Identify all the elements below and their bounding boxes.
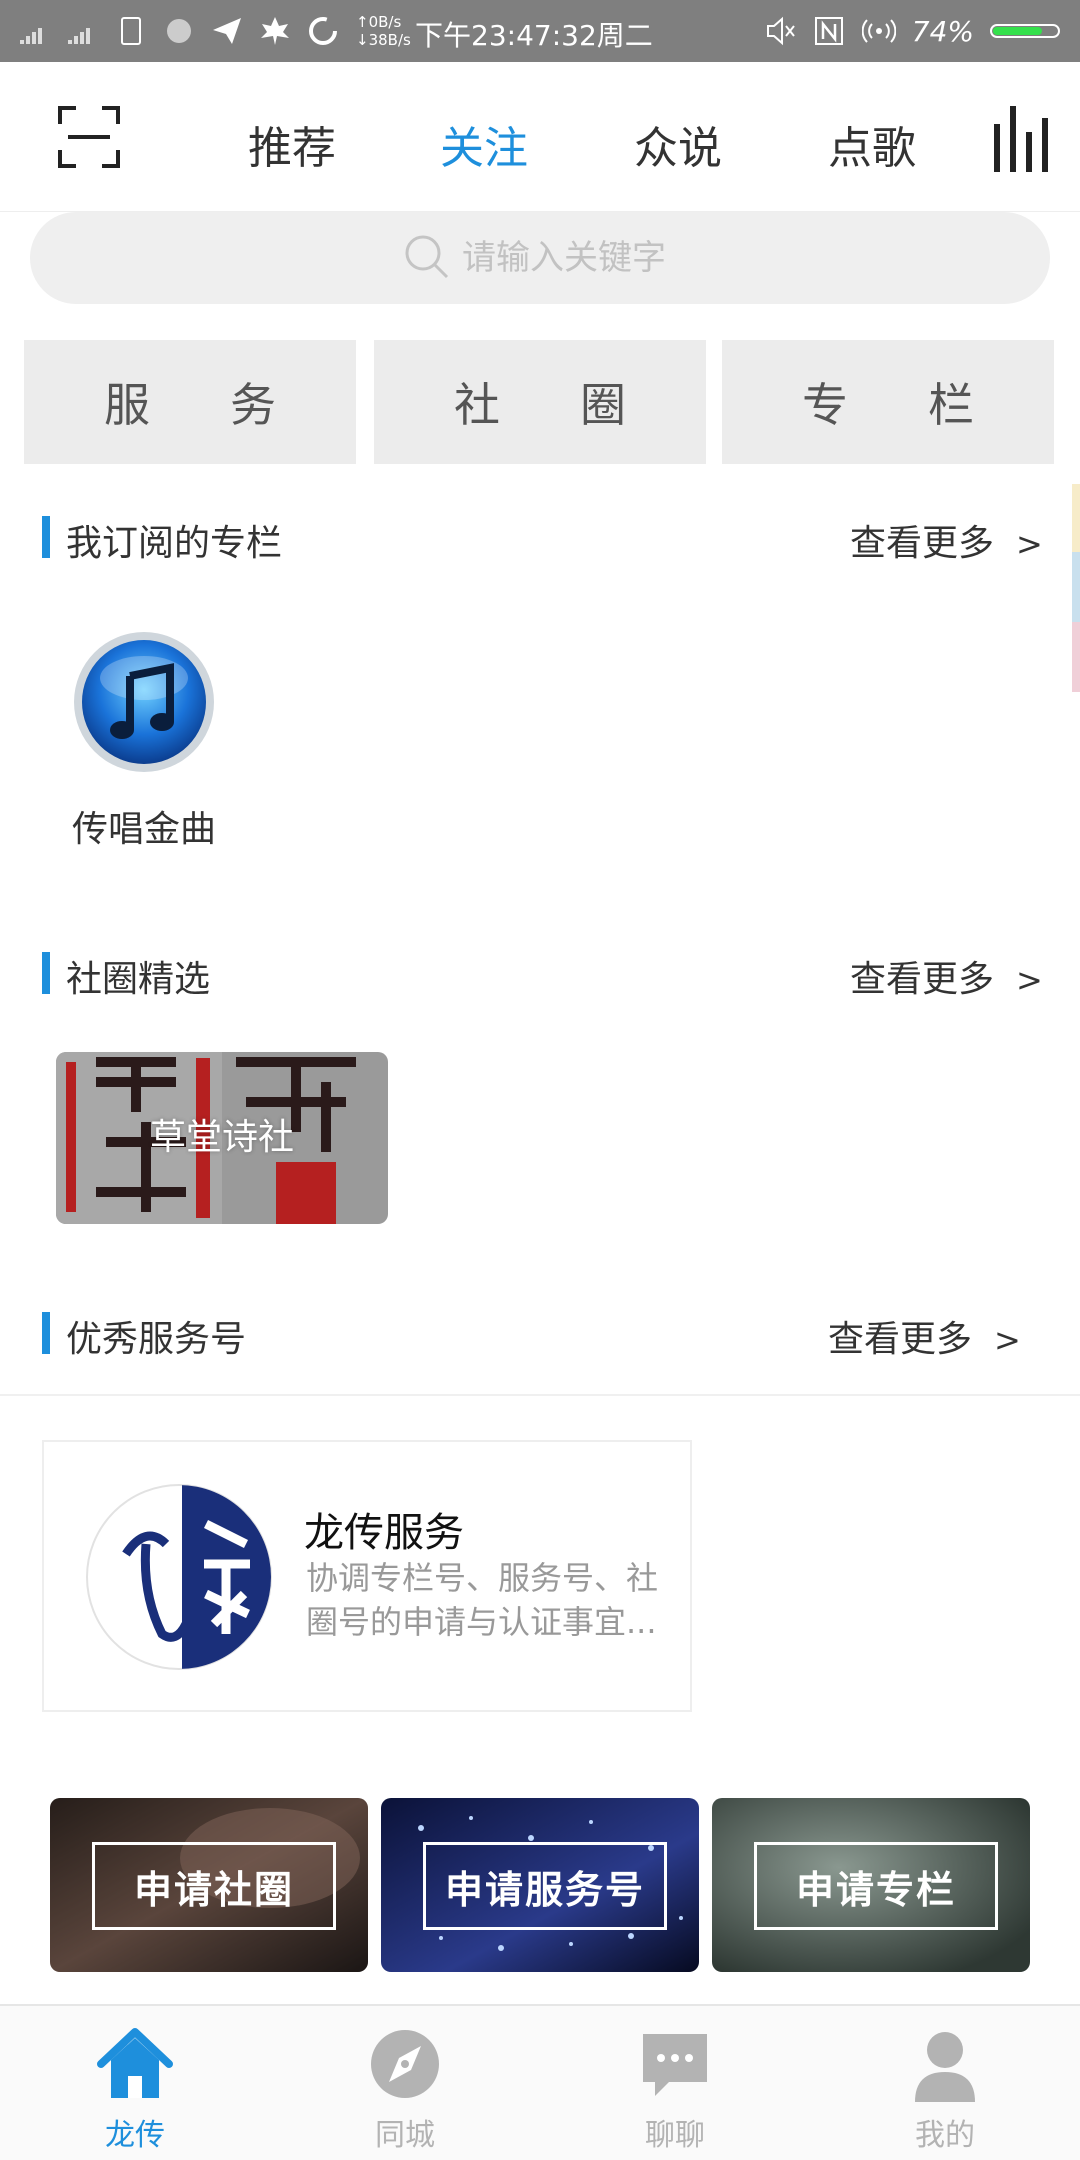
tab-follow[interactable]: 关注 (440, 112, 528, 176)
status-icons-left: ↑0B/s ↓38B/s (18, 8, 411, 54)
circle-label: 草堂诗社 (149, 1117, 294, 1158)
bottom-nav-chat[interactable]: 聊聊 (595, 2024, 755, 2154)
category-service-button[interactable]: 服务 (24, 340, 356, 464)
apply-circle-label: 申请社圈 (92, 1842, 336, 1930)
status-icons-right: 74% (762, 10, 1060, 52)
divider (0, 1394, 1080, 1396)
network-speed: ↑0B/s ↓38B/s (356, 13, 411, 49)
circles-more-link[interactable]: 查看更多 > (850, 950, 1043, 1002)
status-bar: ↑0B/s ↓38B/s 下午23:47:32周二 74% (0, 0, 1080, 62)
status-time: 下午23:47:32周二 (415, 19, 653, 52)
tab-discuss[interactable]: 众说 (634, 112, 722, 176)
signal-icon-2 (68, 28, 90, 44)
signal-icon (20, 28, 42, 44)
column-label: 传唱金曲 (71, 809, 216, 850)
apply-column-label: 申请专栏 (754, 1842, 998, 1930)
chevron-right-icon: > (1016, 961, 1043, 999)
circles-section-header: 社圈精选 查看更多 > (0, 948, 1080, 1000)
service-card[interactable]: 龙传服务 协调专栏号、服务号、社圈号的申请与认证事宜... (42, 1440, 692, 1712)
section-marker (42, 1312, 50, 1354)
section-title: 我订阅的专栏 (66, 523, 283, 564)
mute-icon (766, 16, 795, 46)
net-down: ↓38B/s (356, 31, 411, 49)
bottom-nav-home[interactable]: 龙传 (55, 2024, 215, 2154)
section-title: 社圈精选 (66, 959, 211, 1000)
bottom-nav-label: 聊聊 (645, 2118, 705, 2153)
service-description: 协调专栏号、服务号、社圈号的申请与认证事宜... (306, 1559, 659, 1641)
subscribed-section-header: 我订阅的专栏 查看更多 > (0, 512, 1080, 564)
subscribed-more-link[interactable]: 查看更多 > (850, 514, 1043, 566)
chat-icon (643, 2034, 707, 2096)
bottom-nav-me[interactable]: 我的 (865, 2024, 1025, 2154)
side-tab-blue (1072, 552, 1080, 622)
services-more-link[interactable]: 查看更多 > (828, 1310, 1021, 1362)
more-label: 查看更多 (850, 959, 995, 1000)
search-bar[interactable] (30, 212, 1050, 304)
section-marker (42, 952, 50, 994)
apply-circle-button[interactable]: 申请社圈 (50, 1798, 368, 1972)
column-item[interactable]: 传唱金曲 (64, 630, 224, 852)
music-note-icon (74, 632, 214, 772)
apply-service-button[interactable]: 申请服务号 (381, 1798, 699, 1972)
bottom-nav-label: 同城 (375, 2118, 435, 2153)
tab-recommend[interactable]: 推荐 (248, 112, 336, 176)
hotspot-icon (861, 19, 896, 43)
sun-icon (167, 19, 191, 43)
tab-song-request[interactable]: 点歌 (828, 112, 916, 176)
scan-icon[interactable] (58, 106, 120, 168)
nfc-icon (814, 17, 843, 45)
battery-text: 74% (911, 14, 974, 48)
battery-level (993, 27, 1042, 35)
section-marker (42, 516, 50, 558)
circle-card[interactable]: 草堂诗社 (56, 1052, 388, 1224)
search-icon (405, 235, 449, 279)
chevron-right-icon: > (994, 1321, 1021, 1359)
home-icon (97, 2028, 173, 2098)
more-label: 查看更多 (850, 523, 995, 564)
category-column-button[interactable]: 专栏 (722, 340, 1054, 464)
category-buttons: 服务 社圈 专栏 (24, 340, 1056, 464)
chevron-right-icon: > (1016, 525, 1043, 563)
service-logo (86, 1484, 272, 1670)
sim-icon (121, 17, 141, 45)
services-section-header: 优秀服务号 查看更多 > (0, 1308, 1080, 1360)
battery-icon (990, 24, 1060, 38)
section-title: 优秀服务号 (66, 1319, 247, 1360)
search-input[interactable] (462, 230, 842, 286)
user-icon (915, 2032, 975, 2102)
top-nav: 推荐 关注 众说 点歌 (0, 62, 1080, 212)
bottom-nav-label: 龙传 (105, 2118, 165, 2153)
more-label: 查看更多 (828, 1319, 973, 1360)
apply-column-button[interactable]: 申请专栏 (712, 1798, 1030, 1972)
equalizer-icon[interactable] (992, 102, 1054, 174)
apply-service-label: 申请服务号 (423, 1842, 667, 1930)
bottom-nav-label: 我的 (915, 2118, 975, 2153)
side-tab-pink (1072, 622, 1080, 692)
send-icon (213, 18, 241, 44)
leaf-icon (261, 17, 289, 45)
service-name: 龙传服务 (304, 1510, 464, 1556)
compass-icon (371, 2030, 439, 2098)
net-up: ↑0B/s (356, 13, 402, 31)
bottom-nav: 龙传 同城 聊聊 我的 (0, 2004, 1080, 2160)
bottom-nav-nearby[interactable]: 同城 (325, 2024, 485, 2154)
sync-icon (309, 17, 337, 45)
category-circle-button[interactable]: 社圈 (374, 340, 706, 464)
